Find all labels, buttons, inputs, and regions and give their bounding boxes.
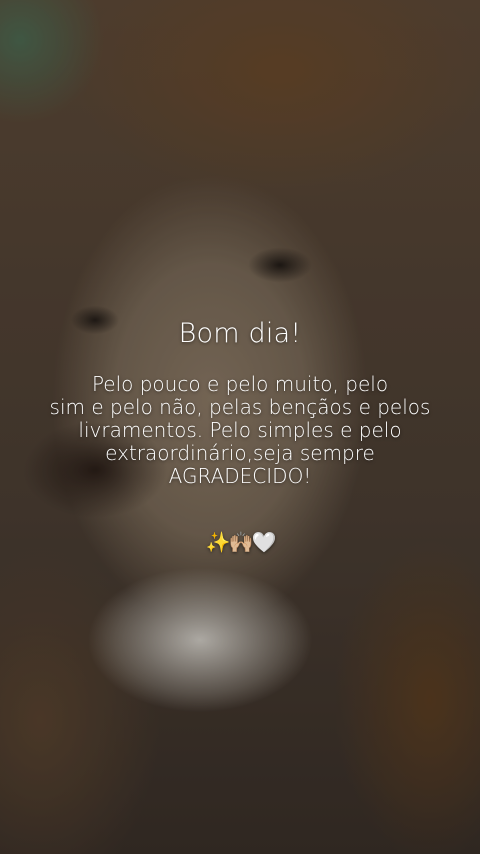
greeting-title: Bom dia! — [178, 318, 302, 349]
message-line: sim e pelo não, pelas bençãos e pelos — [49, 395, 431, 419]
message-line: AGRADECIDO! — [168, 464, 312, 488]
message-line: Pelo pouco e pelo muito, pelo — [91, 372, 389, 396]
message-text: Pelo pouco e pelo muito, pelo sim e pelo… — [0, 373, 480, 488]
message-line: livramentos. Pelo simples e pelo — [78, 418, 402, 442]
message-card: Bom dia! Pelo pouco e pelo muito, pelo s… — [0, 318, 480, 554]
message-line: extraordinário,seja sempre — [105, 441, 375, 465]
emoji-line: ✨🙌🏼🤍 — [205, 530, 277, 554]
